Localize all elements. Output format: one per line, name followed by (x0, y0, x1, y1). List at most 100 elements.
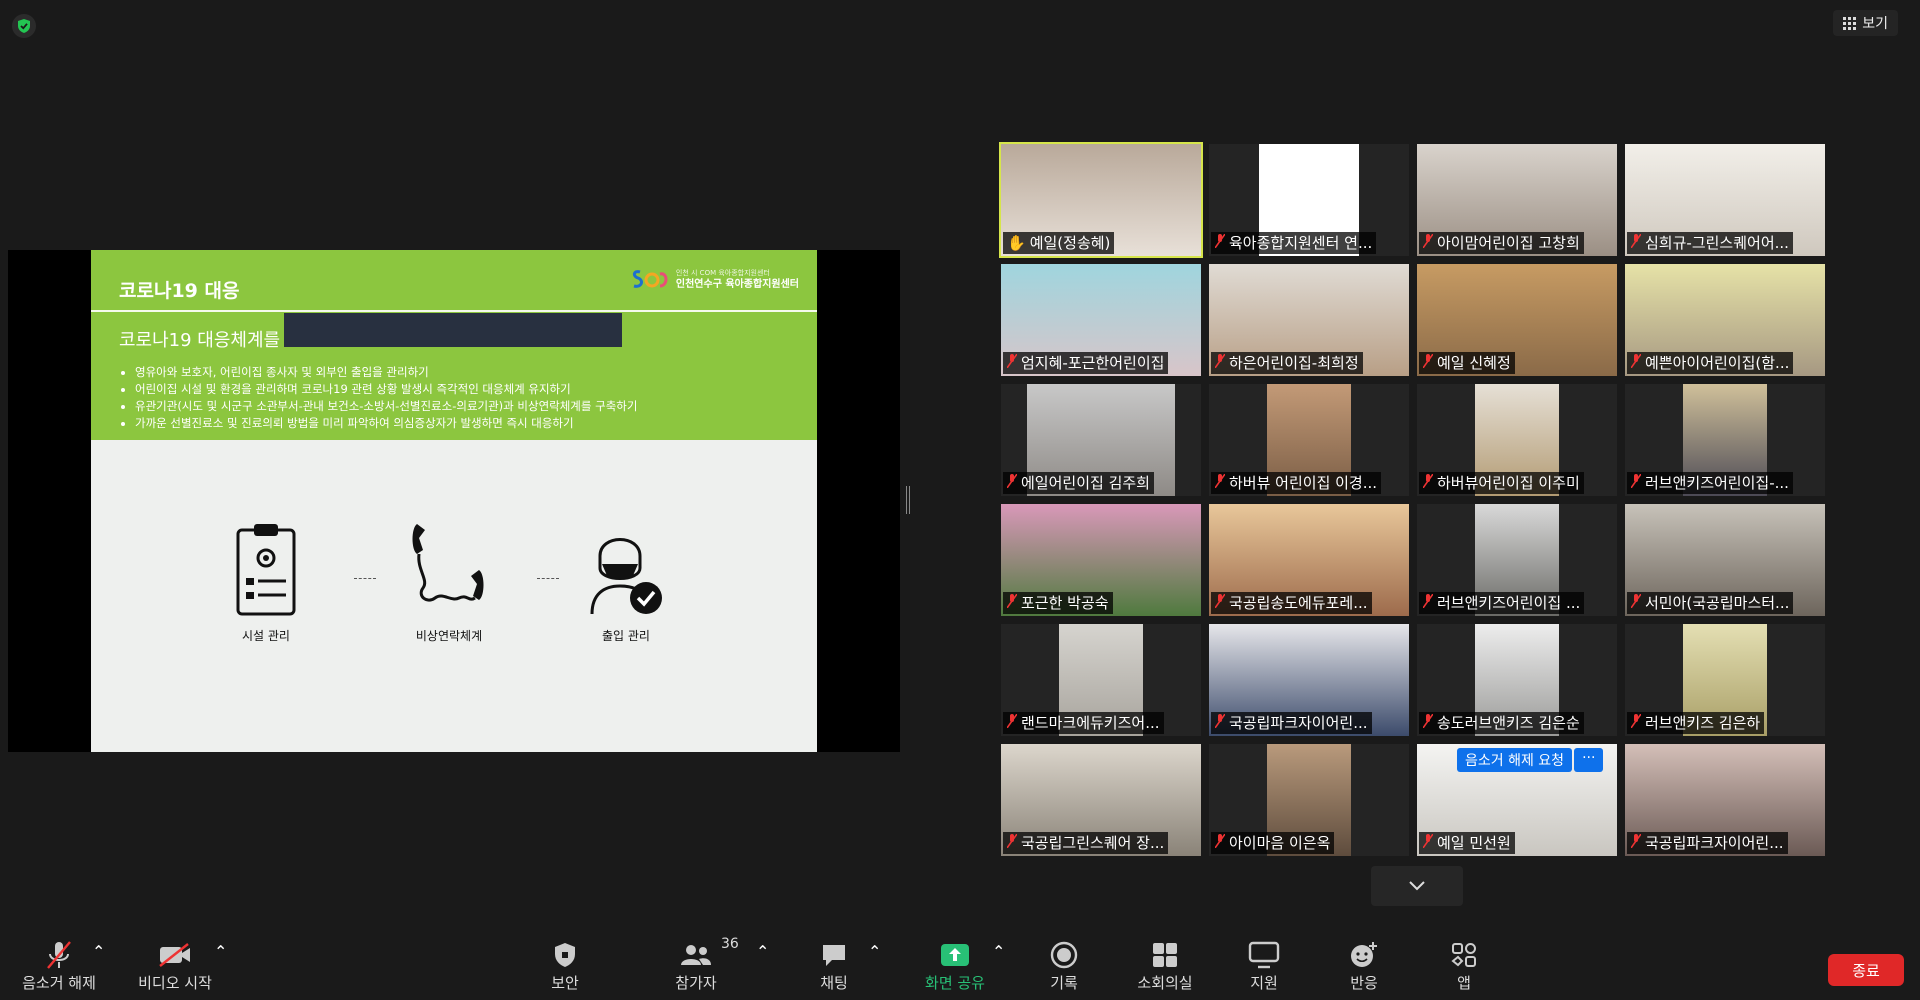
security-label: 보안 (551, 973, 579, 992)
end-meeting-button[interactable]: 종료 (1828, 954, 1904, 986)
apps-label: 앱 (1457, 973, 1471, 992)
participant-count: 36 (721, 935, 739, 952)
video-tile[interactable]: 아이마음 이은옥 (1209, 744, 1409, 856)
video-tile[interactable]: 러브앤키즈 김은하 (1625, 624, 1825, 736)
participant-name: 아이마음 이은옥 (1211, 832, 1335, 854)
video-tile[interactable]: 서민아(국공립마스터... (1625, 504, 1825, 616)
video-options-caret[interactable]: ⌃ (214, 942, 227, 961)
video-tile[interactable]: 심희규-그린스퀘어어... (1625, 144, 1825, 256)
muted-mic-icon (1214, 352, 1226, 374)
breakout-rooms-button[interactable]: 소회의실 (1120, 930, 1210, 1000)
participant-name: 국공립송도에듀포레... (1211, 592, 1372, 614)
muted-mic-icon (1422, 832, 1434, 854)
participant-name: 육아종합지원센터 연... (1211, 232, 1377, 254)
participant-name: 하버뷰어린이집 이주미 (1419, 472, 1584, 494)
phone-icon (412, 524, 484, 602)
participant-name: 서민아(국공립마스터... (1627, 592, 1794, 614)
support-label: 지원 (1250, 973, 1278, 992)
video-tile[interactable]: 음소거 해제 요청 ··· 예일 민선원 (1417, 744, 1617, 856)
participants-button[interactable]: 36 참가자 (656, 930, 739, 1000)
video-tile[interactable]: 하버뷰 어린이집 이경... (1209, 384, 1409, 496)
center-logo-icon (632, 270, 668, 288)
support-button[interactable]: 지원 (1224, 930, 1304, 1000)
video-tile[interactable]: 송도러브앤키즈 김은순 (1417, 624, 1617, 736)
video-tile[interactable]: 포근한 박공숙 (1001, 504, 1201, 616)
org-name: 인천 시 COM 육아종합지원센터 인천연수구 육아종합지원센터 (675, 269, 799, 290)
bullet-item: 어린이집 시설 및 환경을 관리하며 코로나19 관련 상황 발생시 즉각적인 … (135, 381, 637, 398)
participants-options-caret[interactable]: ⌃ (756, 942, 769, 961)
video-tile[interactable]: 예일 신혜정 (1417, 264, 1617, 376)
slide-logo: 인천 시 COM 육아종합지원센터 인천연수구 육아종합지원센터 (630, 266, 799, 292)
shield-icon (555, 942, 575, 967)
participant-name: ✋ 예일(정송혜) (1003, 232, 1115, 254)
top-bar: 보기 (0, 0, 1920, 50)
security-button[interactable]: 보안 (525, 930, 605, 1000)
muted-mic-icon (1422, 232, 1434, 254)
audio-options-caret[interactable]: ⌃ (92, 942, 105, 961)
reactions-button[interactable]: 반응 (1324, 930, 1404, 1000)
video-tile[interactable]: 하은어린이집-최희정 (1209, 264, 1409, 376)
split-resize-handle[interactable] (906, 486, 910, 514)
muted-mic-icon (1214, 712, 1226, 734)
unmute-button[interactable]: 음소거 해제 (14, 930, 104, 1000)
icon-label: 출입 관리 (602, 629, 650, 643)
bullet-item: 가까운 선별진료소 및 진료의뢰 방법을 미리 파악하여 의심증상자가 발생하면… (135, 415, 637, 432)
video-tile[interactable]: ✋ 예일(정송혜) (999, 142, 1203, 258)
slide-divider (91, 310, 817, 312)
participant-name: 랜드마크에듀키즈어... (1003, 712, 1164, 734)
share-screen-button[interactable]: 화면 공유 (910, 930, 1000, 1000)
video-tile[interactable]: 랜드마크에듀키즈어... (1001, 624, 1201, 736)
video-tile[interactable]: 아이맘어린이집 고창희 (1417, 144, 1617, 256)
facility-management-item: 시설 관리 (201, 520, 331, 644)
more-options-button[interactable]: ··· (1574, 748, 1604, 772)
share-options-caret[interactable]: ⌃ (992, 942, 1005, 961)
encryption-shield-icon[interactable] (12, 14, 36, 38)
muted-mic-icon (1006, 352, 1018, 374)
video-tile[interactable]: 예쁜아이어린이집(함... (1625, 264, 1825, 376)
participant-name: 에일어린이집 김주희 (1003, 472, 1154, 494)
record-label: 기록 (1050, 973, 1078, 992)
muted-mic-icon (47, 940, 71, 969)
slide-subtitle: 코로나19 대응체계를 (119, 330, 281, 351)
video-tile[interactable]: 육아종합지원센터 연... (1209, 144, 1409, 256)
muted-mic-icon (1214, 832, 1226, 854)
chevron-down-icon (1409, 881, 1425, 891)
apps-icon (1451, 942, 1476, 967)
video-tile[interactable]: 국공립그린스퀘어 장... (1001, 744, 1201, 856)
muted-mic-icon (1006, 592, 1018, 614)
video-tile[interactable]: 에일어린이집 김주희 (1001, 384, 1201, 496)
video-tile[interactable]: 국공립파크자이어린... (1209, 624, 1409, 736)
chat-button[interactable]: 채팅 (794, 930, 874, 1000)
chat-icon (823, 944, 845, 966)
participant-name: 아이맘어린이집 고창희 (1419, 232, 1584, 254)
video-tile[interactable]: 엄지혜-포근한어린이집 (1001, 264, 1201, 376)
participant-name: 포근한 박공숙 (1003, 592, 1113, 614)
bullet-item: 유관기관(시도 및 시군구 소관부서-관내 보건소-소방서-선별진료소-의료기관… (135, 398, 637, 415)
participant-name: 하은어린이집-최희정 (1211, 352, 1363, 374)
start-video-button[interactable]: 비디오 시작 (130, 930, 220, 1000)
muted-mic-icon (1214, 472, 1226, 494)
dashed-connector (537, 578, 559, 579)
video-tile[interactable]: 하버뷰어린이집 이주미 (1417, 384, 1617, 496)
video-tile[interactable]: 러브앤키즈어린이집-... (1625, 384, 1825, 496)
icon-label: 비상연락체계 (415, 629, 483, 643)
record-button[interactable]: 기록 (1024, 930, 1104, 1000)
remote-support-icon (1248, 941, 1280, 968)
video-tile[interactable]: 국공립파크자이어린... (1625, 744, 1825, 856)
video-tile[interactable]: 러브앤키즈어린이집 ... (1417, 504, 1617, 616)
unmute-request-button[interactable]: 음소거 해제 요청 (1457, 748, 1573, 772)
muted-mic-icon (1422, 472, 1434, 494)
view-button[interactable]: 보기 (1833, 10, 1898, 36)
slide-bullets: 영유아와 보호자, 어린이집 종사자 및 외부인 출입을 관리하기 어린이집 시… (119, 364, 637, 432)
apps-button[interactable]: 앱 (1424, 930, 1504, 1000)
gallery-next-page-button[interactable] (1371, 866, 1463, 906)
chat-label: 채팅 (820, 973, 848, 992)
chat-options-caret[interactable]: ⌃ (868, 942, 881, 961)
participant-name: 예일 민선원 (1419, 832, 1515, 854)
video-tile[interactable]: 국공립송도에듀포레... (1209, 504, 1409, 616)
participant-name: 국공립파크자이어린... (1627, 832, 1788, 854)
share-screen-label: 화면 공유 (925, 973, 985, 992)
muted-mic-icon (1630, 472, 1642, 494)
raised-hand-icon: ✋ (1007, 234, 1026, 252)
breakout-rooms-label: 소회의실 (1137, 973, 1193, 992)
